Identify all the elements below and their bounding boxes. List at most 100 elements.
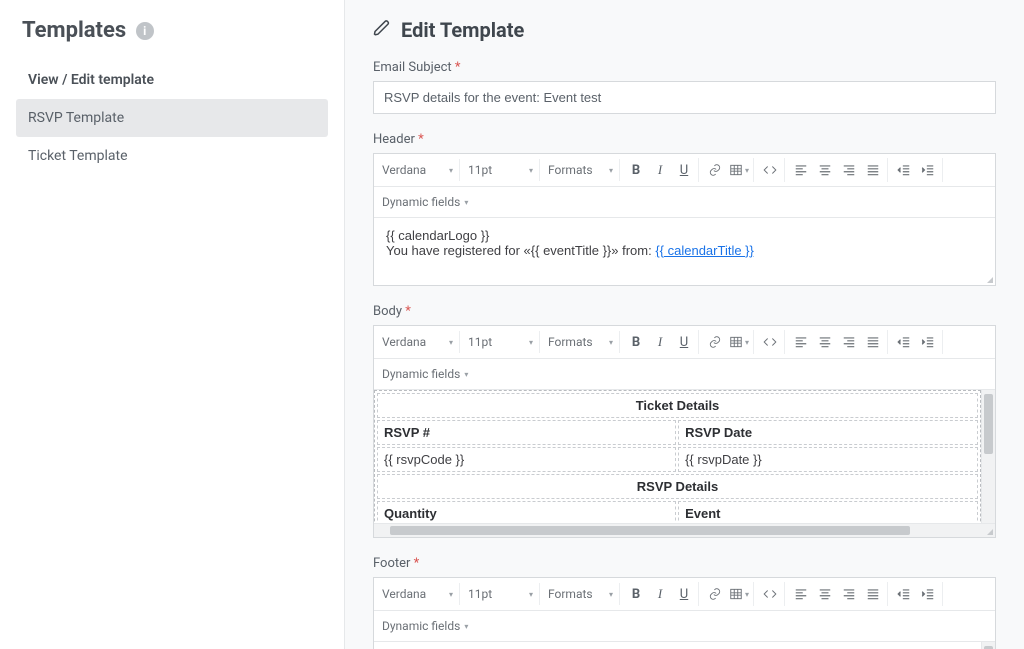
- underline-button[interactable]: U: [672, 158, 696, 182]
- chevron-down-icon: ▾: [745, 166, 749, 175]
- code-button[interactable]: [758, 158, 782, 182]
- dynamic-fields-select[interactable]: Dynamic fields▾: [376, 191, 474, 213]
- header-editor: Verdana▾ 11pt▾ Formats▾ B I U ▾: [373, 153, 996, 286]
- size-select[interactable]: 11pt▾: [462, 583, 540, 605]
- font-select[interactable]: Verdana▾: [376, 159, 460, 181]
- dynamic-fields-select[interactable]: Dynamic fields▾: [376, 363, 474, 385]
- body-toolbar-row2: Dynamic fields▾: [374, 359, 995, 389]
- resize-handle[interactable]: [983, 525, 993, 535]
- align-left-button[interactable]: [789, 330, 813, 354]
- sidebar-title-text: Templates: [22, 18, 126, 43]
- italic-button[interactable]: I: [648, 330, 672, 354]
- align-right-button[interactable]: [837, 582, 861, 606]
- val-rsvp-code: {{ rsvpCode }}: [377, 447, 676, 472]
- sidebar-item-label: RSVP Template: [28, 110, 124, 126]
- link-button[interactable]: [703, 582, 727, 606]
- page-title: Edit Template: [373, 18, 996, 42]
- formats-select[interactable]: Formats▾: [542, 583, 620, 605]
- align-center-button[interactable]: [813, 158, 837, 182]
- outdent-button[interactable]: [892, 158, 916, 182]
- align-right-button[interactable]: [837, 158, 861, 182]
- main-content: Edit Template Email Subject * Header * V…: [345, 0, 1024, 649]
- chevron-down-icon: ▾: [745, 590, 749, 599]
- vertical-scrollbar[interactable]: [981, 642, 995, 649]
- outdent-button[interactable]: [892, 582, 916, 606]
- val-rsvp-date: {{ rsvpDate }}: [678, 447, 978, 472]
- calendar-title-link[interactable]: {{ calendarTitle }}: [655, 243, 754, 258]
- sidebar-item-ticket-template[interactable]: Ticket Template: [16, 137, 328, 175]
- body-label: Body *: [373, 304, 996, 319]
- align-center-button[interactable]: [813, 330, 837, 354]
- bold-button[interactable]: B: [624, 582, 648, 606]
- align-justify-button[interactable]: [861, 330, 885, 354]
- font-select[interactable]: Verdana▾: [376, 331, 460, 353]
- sidebar-item-label: Ticket Template: [28, 148, 128, 164]
- indent-button[interactable]: [916, 582, 940, 606]
- footer-editor: Verdana▾ 11pt▾ Formats▾ B I U ▾: [373, 577, 996, 649]
- chevron-down-icon: ▾: [464, 370, 468, 379]
- table-button[interactable]: ▾: [727, 158, 751, 182]
- chevron-down-icon: ▾: [449, 338, 453, 347]
- footer-toolbar-row2: Dynamic fields▾: [374, 611, 995, 641]
- body-toolbar-row1: Verdana▾ 11pt▾ Formats▾ B I U ▾: [374, 326, 995, 359]
- footer-editor-body[interactable]: Your tickets can be found attached to th…: [374, 642, 981, 649]
- outdent-button[interactable]: [892, 330, 916, 354]
- horizontal-scrollbar[interactable]: [374, 523, 995, 537]
- align-right-button[interactable]: [837, 330, 861, 354]
- bold-button[interactable]: B: [624, 330, 648, 354]
- info-icon[interactable]: i: [136, 22, 154, 40]
- chevron-down-icon: ▾: [529, 166, 533, 175]
- indent-button[interactable]: [916, 158, 940, 182]
- body-editor-body[interactable]: Ticket Details RSVP # RSVP Date {{ rsvpC…: [374, 390, 995, 523]
- formats-select[interactable]: Formats▾: [542, 159, 620, 181]
- italic-button[interactable]: I: [648, 582, 672, 606]
- link-button[interactable]: [703, 330, 727, 354]
- sidebar-item-view-edit[interactable]: View / Edit template: [16, 61, 328, 99]
- code-button[interactable]: [758, 582, 782, 606]
- page-title-text: Edit Template: [401, 18, 524, 42]
- size-select[interactable]: 11pt▾: [462, 331, 540, 353]
- chevron-down-icon: ▾: [464, 622, 468, 631]
- align-justify-button[interactable]: [861, 582, 885, 606]
- body-editor: Verdana▾ 11pt▾ Formats▾ B I U ▾: [373, 325, 996, 538]
- link-button[interactable]: [703, 158, 727, 182]
- chevron-down-icon: ▾: [464, 198, 468, 207]
- align-left-button[interactable]: [789, 582, 813, 606]
- align-justify-button[interactable]: [861, 158, 885, 182]
- header-toolbar-row2: Dynamic fields▾: [374, 187, 995, 217]
- underline-button[interactable]: U: [672, 582, 696, 606]
- sidebar: Templates i View / Edit template RSVP Te…: [0, 0, 345, 649]
- chevron-down-icon: ▾: [609, 338, 613, 347]
- underline-button[interactable]: U: [672, 330, 696, 354]
- vertical-scrollbar[interactable]: [981, 390, 995, 523]
- resize-handle[interactable]: [983, 273, 993, 283]
- subject-input[interactable]: [373, 81, 996, 114]
- chevron-down-icon: ▾: [529, 590, 533, 599]
- header-editor-body[interactable]: {{ calendarLogo }} You have registered f…: [374, 217, 995, 285]
- sidebar-item-rsvp-template[interactable]: RSVP Template: [16, 99, 328, 137]
- chevron-down-icon: ▾: [529, 338, 533, 347]
- code-button[interactable]: [758, 330, 782, 354]
- formats-select[interactable]: Formats▾: [542, 331, 620, 353]
- section-head-ticket: Ticket Details: [377, 393, 978, 418]
- subject-label: Email Subject *: [373, 60, 996, 75]
- dynamic-fields-select[interactable]: Dynamic fields▾: [376, 615, 474, 637]
- sidebar-item-label: View / Edit template: [28, 72, 154, 88]
- size-select[interactable]: 11pt▾: [462, 159, 540, 181]
- chevron-down-icon: ▾: [609, 166, 613, 175]
- bold-button[interactable]: B: [624, 158, 648, 182]
- indent-button[interactable]: [916, 330, 940, 354]
- italic-button[interactable]: I: [648, 158, 672, 182]
- pencil-icon: [373, 18, 391, 42]
- header-label: Header *: [373, 132, 996, 147]
- align-left-button[interactable]: [789, 158, 813, 182]
- table-button[interactable]: ▾: [727, 330, 751, 354]
- chevron-down-icon: ▾: [449, 166, 453, 175]
- chevron-down-icon: ▾: [609, 590, 613, 599]
- col-rsvp-date: RSVP Date: [678, 420, 978, 445]
- table-button[interactable]: ▾: [727, 582, 751, 606]
- chevron-down-icon: ▾: [449, 590, 453, 599]
- align-center-button[interactable]: [813, 582, 837, 606]
- font-select[interactable]: Verdana▾: [376, 583, 460, 605]
- chevron-down-icon: ▾: [745, 338, 749, 347]
